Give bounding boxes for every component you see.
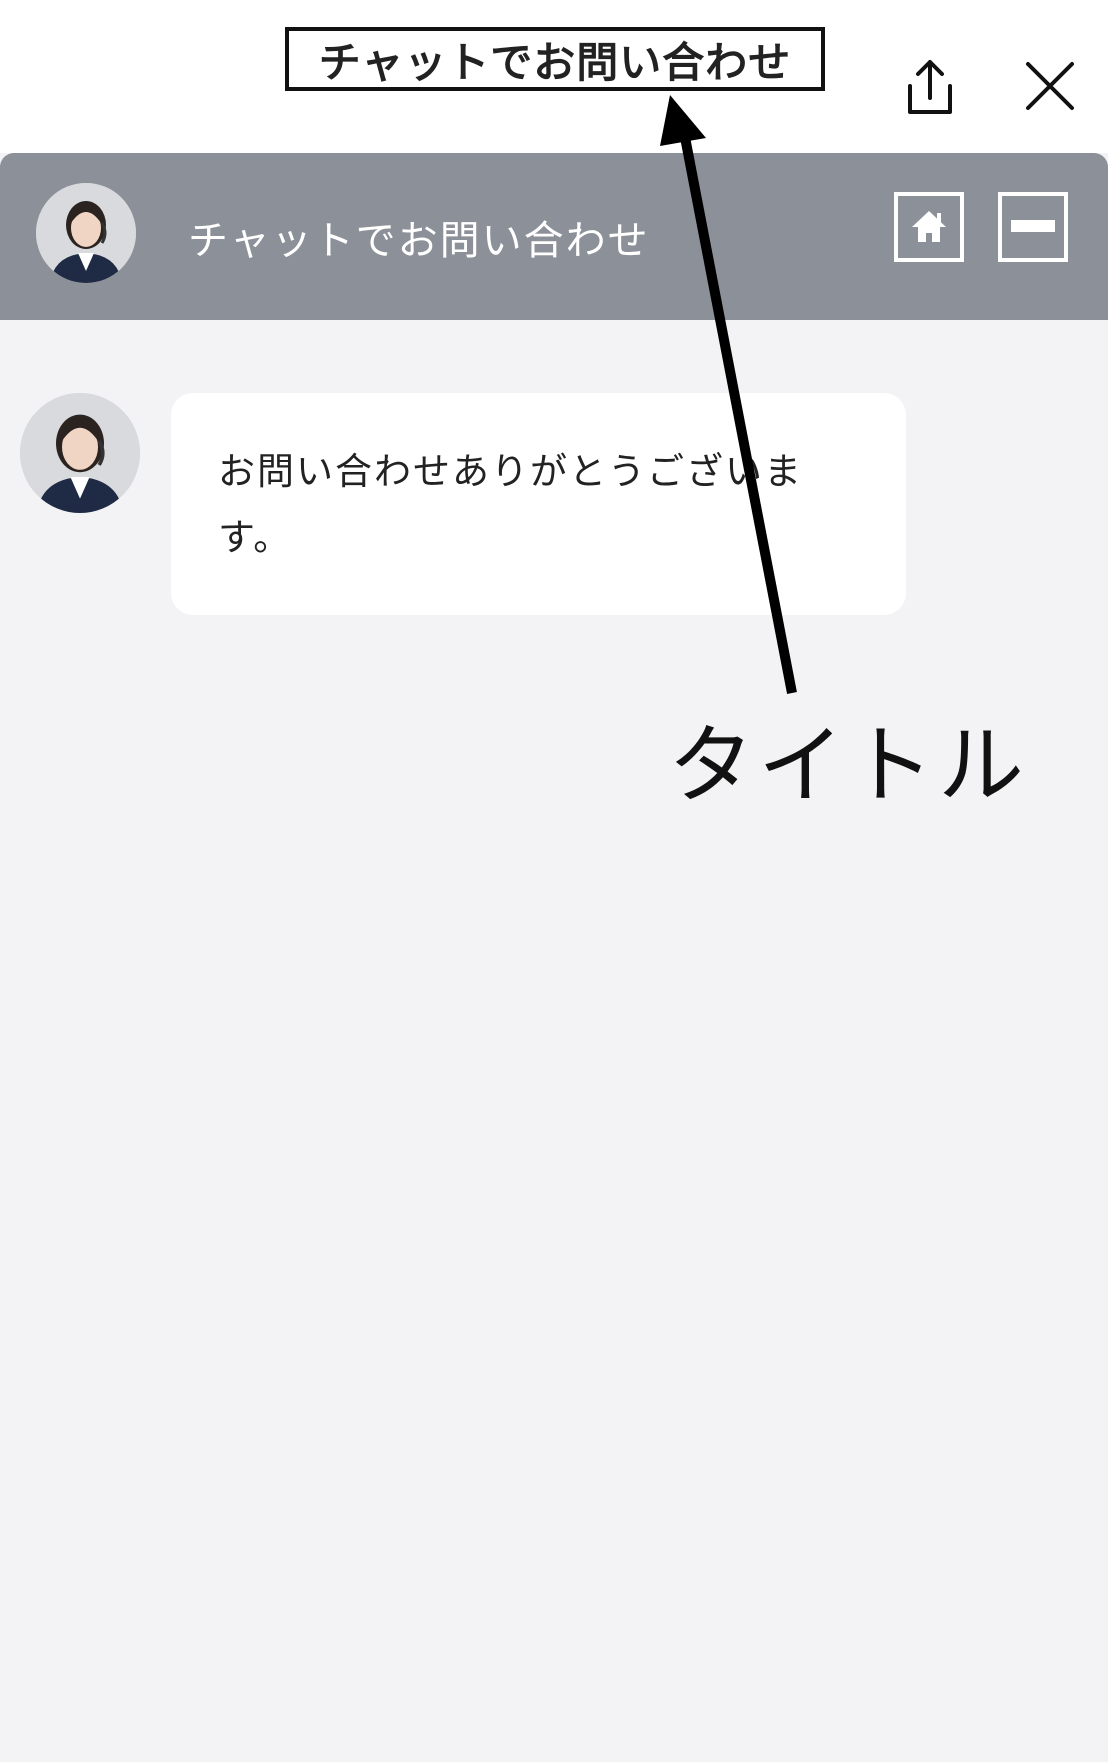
annotation-label: タイトル [668, 716, 1028, 816]
share-icon [908, 60, 952, 114]
home-button[interactable] [894, 192, 964, 262]
chat-header-title: チャットでお問い合わせ [188, 218, 650, 264]
operator-avatar [36, 183, 136, 283]
minimize-icon [1011, 220, 1055, 232]
close-icon [1026, 62, 1074, 110]
minimize-button[interactable] [998, 192, 1068, 262]
close-button[interactable] [1024, 60, 1076, 112]
share-button[interactable] [902, 58, 958, 118]
page-title: チャットでお問い合わせ [285, 27, 825, 91]
message-avatar [20, 393, 140, 513]
home-icon [912, 211, 946, 242]
top-bar: チャットでお問い合わせ [0, 0, 1108, 153]
chat-header: チャットでお問い合わせ [0, 153, 1108, 320]
message-bubble: お問い合わせありがとうございます。 [171, 393, 906, 615]
